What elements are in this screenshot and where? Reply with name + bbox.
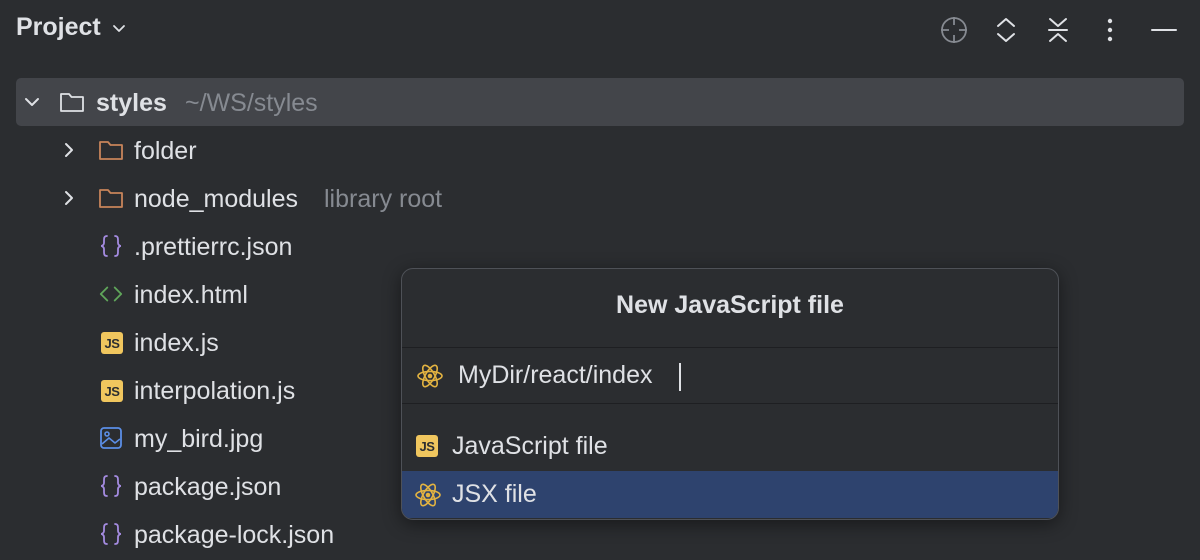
- expand-collapse-icon[interactable]: [988, 12, 1024, 48]
- tree-root-name: styles: [96, 89, 167, 117]
- json-file-icon: [98, 473, 124, 499]
- image-file-icon: [98, 425, 124, 451]
- tree-item-label: folder: [134, 137, 197, 165]
- react-icon: [414, 481, 442, 514]
- tree-item-folder[interactable]: folder: [0, 126, 1200, 174]
- option-javascript-file[interactable]: JS JavaScript file: [402, 423, 1058, 470]
- text-cursor: [679, 363, 681, 391]
- tree-root-row[interactable]: styles ~/WS/styles: [16, 78, 1184, 126]
- chevron-down-icon: [111, 20, 127, 36]
- react-icon: [416, 362, 444, 395]
- tree-item-label: index.js: [134, 329, 219, 357]
- js-file-icon: JS: [416, 435, 438, 457]
- tree-item-label: my_bird.jpg: [134, 425, 264, 453]
- html-file-icon: [98, 281, 124, 307]
- file-name-input[interactable]: [458, 356, 1038, 394]
- popup-title: New JavaScript file: [616, 291, 844, 319]
- folder-icon: [98, 185, 124, 211]
- new-file-popup: New JavaScript file JS JavaScript file J…: [401, 268, 1059, 520]
- project-title: Project: [16, 13, 101, 41]
- json-file-icon: [98, 233, 124, 259]
- chevron-down-icon[interactable]: [22, 92, 42, 112]
- divider: [402, 403, 1058, 404]
- library-root-hint: library root: [324, 185, 443, 213]
- tree-item-label: package.json: [134, 473, 282, 501]
- tree-item-label: index.html: [134, 281, 248, 309]
- file-name-field[interactable]: [402, 348, 1058, 403]
- folder-icon: [59, 89, 85, 115]
- folder-icon: [98, 137, 124, 163]
- chevron-right-icon[interactable]: [59, 188, 79, 208]
- tree-item-label: node_modules: [134, 185, 299, 213]
- option-label: JSX file: [452, 480, 537, 508]
- option-label: JavaScript file: [452, 432, 608, 460]
- collapse-all-icon[interactable]: [1040, 12, 1076, 48]
- tree-item-label: interpolation.js: [134, 377, 296, 405]
- tree-item-label: package-lock.json: [134, 521, 335, 549]
- tree-item-node-modules[interactable]: node_modules library root: [0, 174, 1200, 222]
- js-file-icon: JS: [99, 378, 125, 404]
- more-options-icon[interactable]: [1092, 12, 1128, 48]
- locate-icon[interactable]: [936, 12, 972, 48]
- project-view-selector[interactable]: Project: [16, 13, 127, 42]
- tree-root-path: ~/WS/styles: [185, 89, 318, 117]
- js-file-icon: JS: [99, 330, 125, 356]
- tree-item-label: .prettierrc.json: [134, 233, 293, 261]
- option-jsx-file[interactable]: JSX file: [402, 471, 1058, 518]
- json-file-icon: [98, 521, 124, 547]
- chevron-right-icon[interactable]: [59, 140, 79, 160]
- project-header: Project: [0, 0, 1200, 60]
- tree-item-prettierrc[interactable]: .prettierrc.json: [0, 222, 1200, 270]
- hide-icon[interactable]: [1146, 12, 1182, 48]
